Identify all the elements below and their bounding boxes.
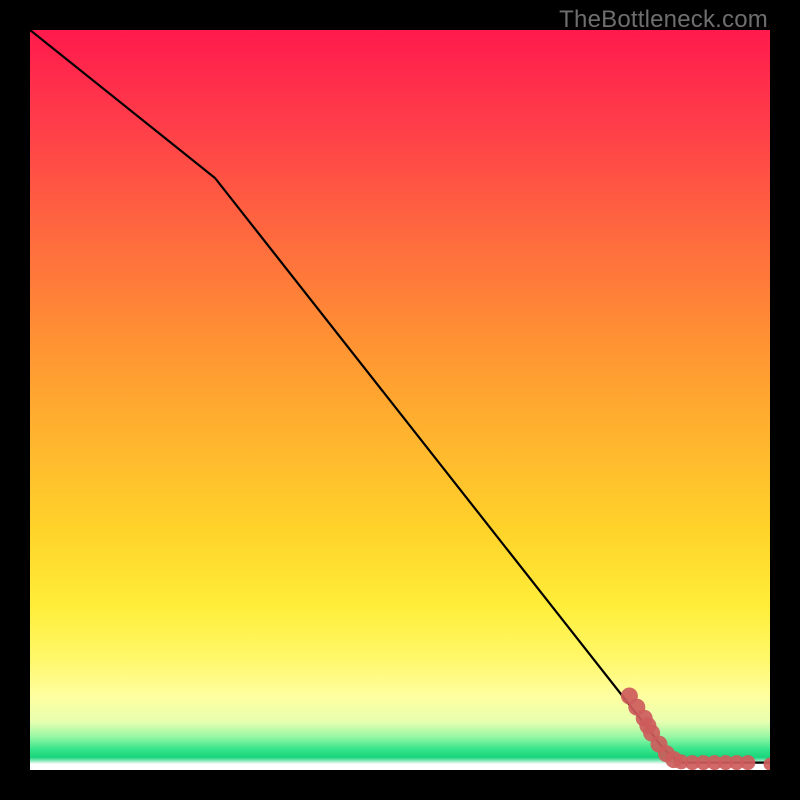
plot-overlay [30, 30, 770, 770]
scatter-dot [740, 755, 755, 770]
scatter-dots [621, 688, 770, 771]
main-curve [30, 30, 770, 763]
plot-area [30, 30, 770, 770]
chart-frame: TheBottleneck.com [0, 0, 800, 800]
scatter-dot [764, 758, 771, 770]
